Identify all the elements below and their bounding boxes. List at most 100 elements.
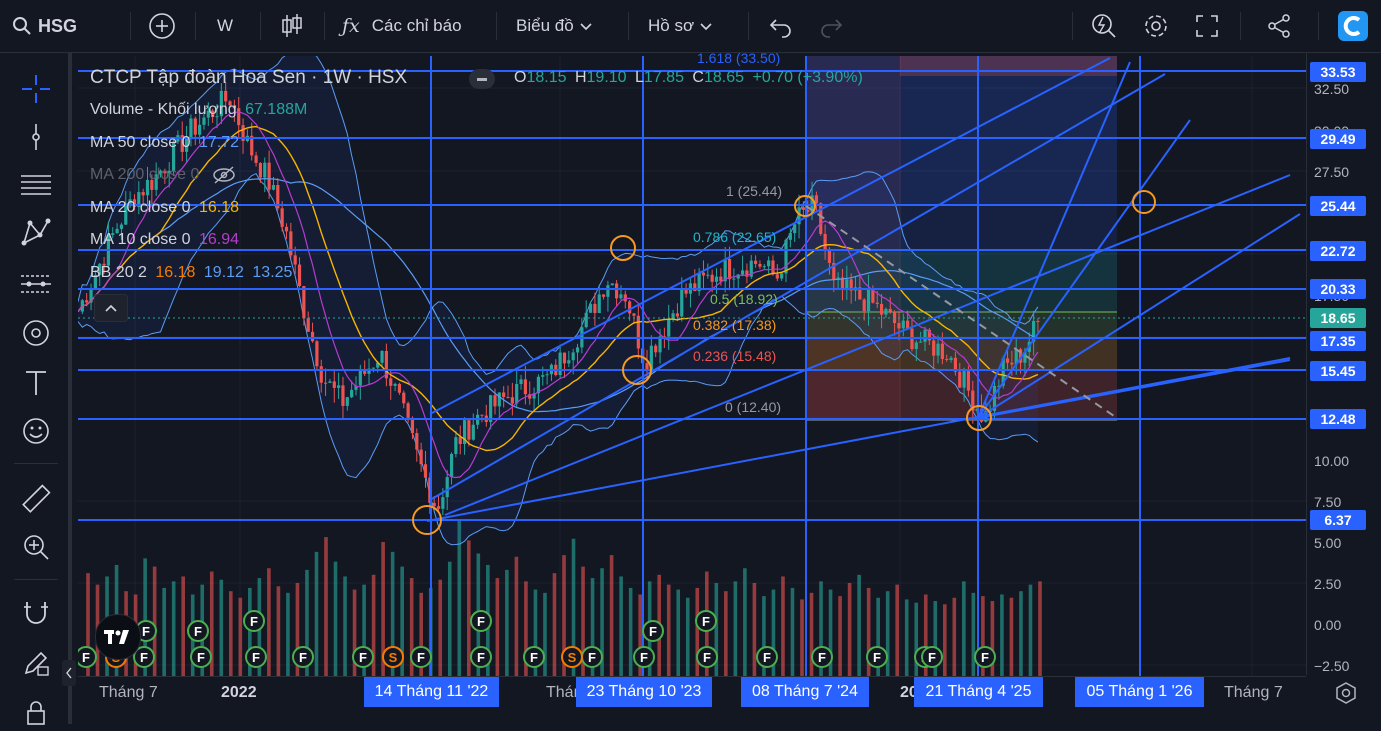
lock-drawing-tool[interactable] — [16, 645, 56, 681]
volume-bar — [943, 604, 947, 676]
volume-bar — [267, 568, 271, 676]
share-button[interactable] — [1266, 10, 1292, 42]
volume-bar — [885, 591, 890, 676]
svg-text:F: F — [928, 650, 936, 665]
volume-bar — [752, 583, 757, 676]
close-value: 18.65 — [703, 69, 745, 86]
price-badge: 25.44 — [1310, 196, 1366, 216]
axis-tick: 0.00 — [1314, 617, 1342, 633]
crosshair-tool[interactable] — [16, 71, 56, 107]
chart-type-button[interactable] — [280, 10, 304, 42]
measure-tool[interactable] — [16, 481, 56, 517]
pencil-lock-icon — [24, 651, 49, 676]
svg-text:F: F — [197, 650, 205, 665]
chart-title: CTCP Tập đoàn Hoa Sen · 1W · HSX — [90, 67, 408, 88]
svg-text:F: F — [477, 614, 485, 629]
volume-bar — [314, 551, 319, 676]
collapse-legend-button[interactable] — [94, 294, 128, 322]
trend-line-tool[interactable] — [16, 119, 56, 155]
hexagon-settings-icon — [1336, 682, 1356, 704]
axis-tick: 32.50 — [1314, 81, 1350, 97]
volume-bar — [1019, 591, 1023, 676]
volume-bar — [447, 561, 452, 676]
legend-dot-button[interactable] — [469, 69, 495, 89]
volume-bar — [952, 597, 957, 676]
price-badge: 17.35 — [1310, 331, 1366, 351]
financials-marker: F — [352, 646, 374, 668]
volume-bar — [171, 581, 176, 676]
volume-bar — [1000, 594, 1004, 676]
redo-button[interactable] — [818, 10, 844, 42]
quick-search-button[interactable] — [1090, 10, 1118, 42]
chevron-down-icon — [700, 23, 712, 31]
volume-bar — [895, 584, 899, 676]
forecast-tool[interactable] — [16, 265, 56, 301]
svg-text:F: F — [763, 650, 771, 665]
fib-label-05: 0.5 (18.92) — [710, 291, 778, 307]
volume-bar — [962, 581, 966, 676]
compare-button[interactable] — [148, 10, 176, 42]
lock-tool[interactable] — [16, 695, 56, 731]
ma50-legend[interactable]: MA 50 close 0 17.72 — [90, 134, 243, 152]
volume-bar — [619, 576, 623, 676]
svg-text:F: F — [981, 650, 989, 665]
interval-button[interactable]: W — [217, 10, 233, 42]
volume-bar — [676, 589, 681, 676]
financials-marker: F — [581, 646, 603, 668]
volume-bar — [181, 576, 185, 676]
symbol-search[interactable]: HSG — [12, 10, 77, 42]
candle — [415, 428, 419, 462]
crosshair-icon — [22, 75, 50, 103]
ma20-legend[interactable]: MA 20 close 0 16.18 — [90, 199, 243, 217]
tradingview-logo[interactable] — [95, 614, 141, 660]
bb-legend[interactable]: BB 20 2 16.18 19.12 13.25 — [90, 264, 296, 282]
chevron-left-icon — [66, 667, 72, 679]
axis-tick: 7.50 — [1314, 494, 1342, 510]
profile-menu-button[interactable]: Hồ sơ — [648, 10, 716, 42]
svg-text:F: F — [417, 650, 425, 665]
magnet-tool[interactable] — [16, 595, 56, 631]
eye-hidden-icon[interactable] — [212, 166, 236, 184]
plus-circle-icon — [149, 13, 175, 39]
svg-text:F: F — [140, 650, 148, 665]
volume-legend[interactable]: Volume - Khối lượng 67.188M — [90, 101, 311, 119]
ma200-legend[interactable]: MA 200 close 0 — [90, 166, 236, 184]
collapse-left-arrow[interactable] — [62, 660, 76, 686]
legend-title-row[interactable]: CTCP Tập đoàn Hoa Sen · 1W · HSX — [90, 67, 411, 89]
text-tool[interactable] — [16, 365, 56, 401]
ma10-legend[interactable]: MA 10 close 0 16.94 — [90, 231, 243, 249]
financials-marker: F — [187, 620, 209, 642]
financials-marker: F — [811, 646, 833, 668]
price-badge: 15.45 — [1310, 361, 1366, 381]
redo-icon — [821, 19, 843, 38]
emoji-tool[interactable] — [16, 413, 56, 449]
text-icon — [26, 371, 46, 395]
magnet-icon — [24, 602, 48, 624]
volume-bar — [543, 592, 547, 676]
time-badge: 14 Tháng 11 '22 — [364, 677, 499, 707]
time-label: 2022 — [221, 684, 257, 701]
fib-tool[interactable] — [16, 167, 56, 203]
financials-marker: F — [921, 646, 943, 668]
smiley-icon — [23, 418, 49, 444]
brush-tool[interactable] — [16, 315, 56, 351]
time-badge: 08 Tháng 7 '24 — [741, 677, 869, 707]
fullscreen-button[interactable] — [1194, 10, 1220, 42]
undo-button[interactable] — [768, 10, 794, 42]
chart-menu-button[interactable]: Biểu đồ — [516, 10, 596, 42]
indicators-button[interactable]: ƒx Các chỉ báo — [342, 10, 462, 42]
volume-bar — [666, 584, 671, 676]
brand-logo-button[interactable] — [1338, 10, 1368, 42]
settings-button[interactable] — [1142, 10, 1170, 42]
axis-settings-button[interactable] — [1334, 681, 1358, 705]
volume-bar — [733, 581, 738, 676]
volume-bar — [724, 591, 728, 676]
axis-tick: 5.00 — [1314, 535, 1342, 551]
fib-label-0236: 0.236 (15.48) — [693, 348, 777, 364]
financials-marker: F — [974, 646, 996, 668]
zoom-tool[interactable] — [16, 529, 56, 565]
volume-bar — [229, 591, 233, 676]
high-value: 19.10 — [586, 69, 627, 86]
financials-marker: F — [866, 646, 888, 668]
pattern-tool[interactable] — [16, 215, 56, 251]
